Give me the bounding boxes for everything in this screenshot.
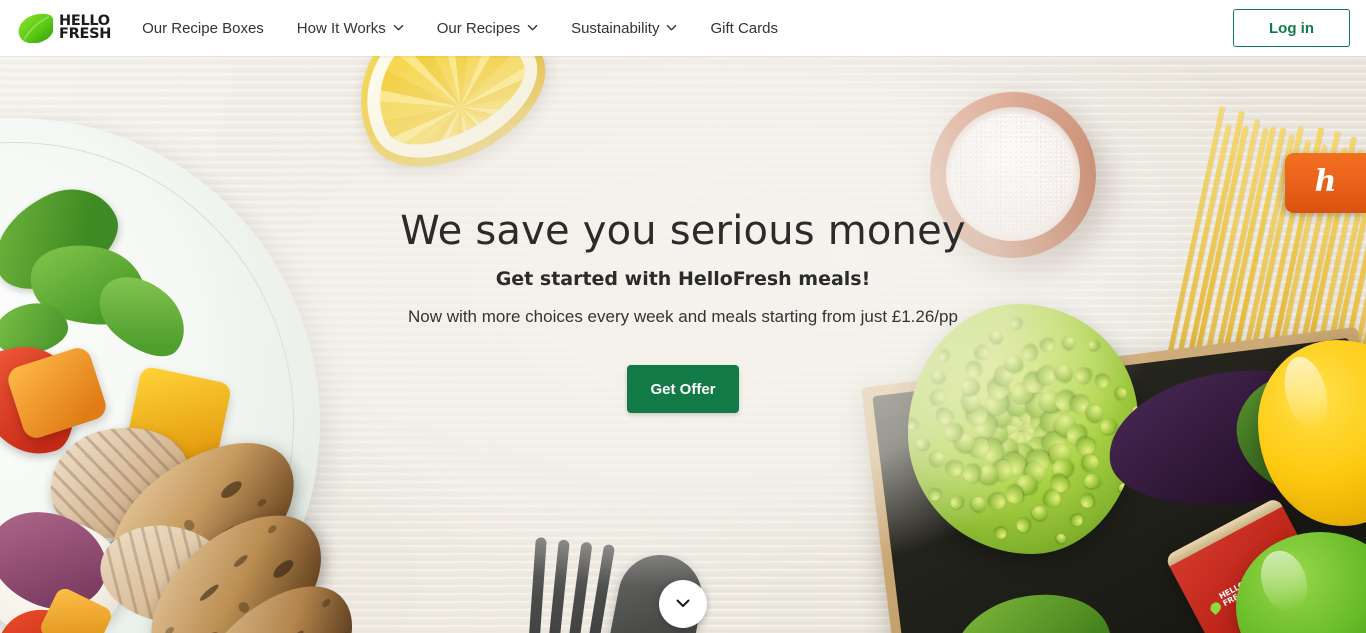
logo-line-2: FRESH	[59, 26, 112, 42]
get-offer-button[interactable]: Get Offer	[627, 365, 739, 413]
nav-item-our-recipes[interactable]: Our Recipes	[437, 20, 538, 37]
hero-content: We save you serious money Get started wi…	[0, 56, 1366, 633]
logo-wordmark: HELLO FRESH	[59, 14, 112, 42]
nav-item-our-recipe-boxes[interactable]: Our Recipe Boxes	[142, 20, 264, 37]
honey-h-icon: h	[1314, 164, 1337, 199]
hellofresh-logo[interactable]: HELLO FRESH	[17, 13, 111, 43]
chevron-down-icon	[527, 22, 538, 33]
main-navigation: Our Recipe Boxes How It Works Our Recipe…	[142, 20, 778, 37]
nav-label: Our Recipe Boxes	[142, 19, 264, 37]
nav-label: Our Recipes	[436, 19, 521, 37]
hero-subheadline: Get started with HelloFresh meals!	[495, 268, 871, 290]
nav-item-how-it-works[interactable]: How It Works	[297, 20, 404, 37]
chevron-down-icon	[393, 22, 404, 33]
hero-description: Now with more choices every week and mea…	[408, 307, 958, 326]
honey-extension-button[interactable]: h	[1285, 153, 1366, 213]
hero-section: HELLOFRESH We save you serious money Get…	[0, 56, 1366, 633]
chevron-down-icon	[666, 22, 677, 33]
lime-leaf-icon	[17, 13, 53, 43]
nav-label: Gift Cards	[710, 19, 778, 37]
nav-item-sustainability[interactable]: Sustainability	[571, 20, 677, 37]
nav-label: How It Works	[296, 19, 386, 37]
scroll-down-button[interactable]	[659, 580, 707, 628]
nav-label: Sustainability	[571, 19, 660, 37]
site-header: HELLO FRESH Our Recipe Boxes How It Work…	[0, 0, 1366, 56]
login-button[interactable]: Log in	[1233, 9, 1350, 47]
chevron-down-icon	[674, 594, 692, 615]
nav-item-gift-cards[interactable]: Gift Cards	[710, 20, 778, 37]
page-title: We save you serious money	[400, 208, 966, 254]
